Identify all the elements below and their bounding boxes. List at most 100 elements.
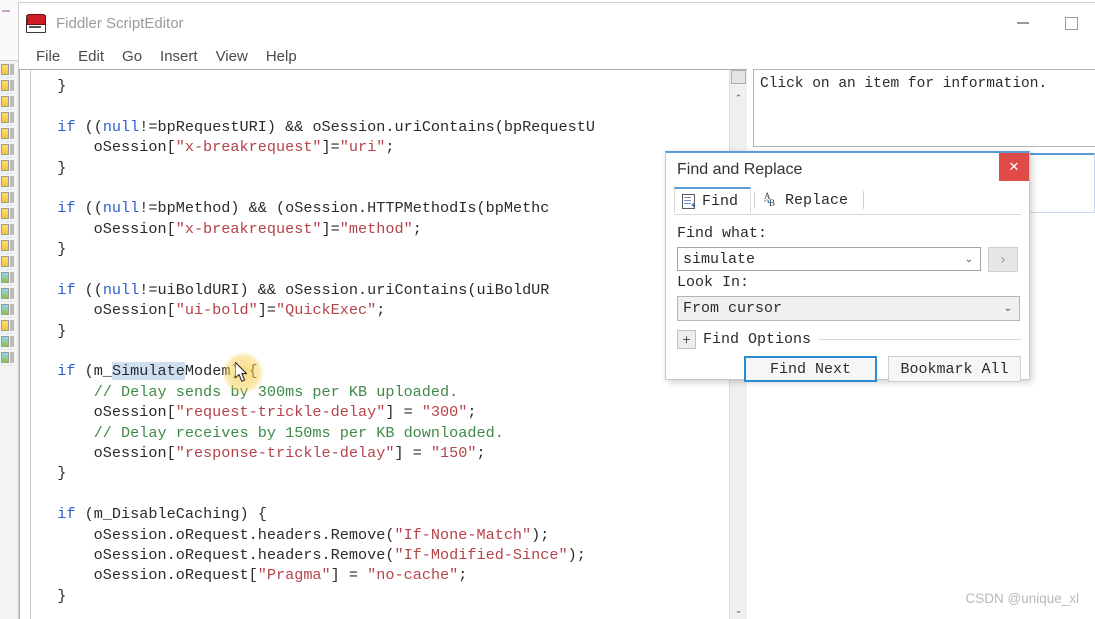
code-token: !=bpRequestURI) && oSession.uriContains(…	[139, 117, 595, 136]
background-session-number	[9, 176, 14, 187]
code-token: "request-trickle-delay"	[175, 403, 386, 422]
find-options-label: Find Options	[703, 330, 812, 348]
menu-item-go[interactable]: Go	[113, 46, 151, 67]
menu-item-help[interactable]: Help	[257, 46, 306, 67]
background-session-row	[0, 222, 14, 238]
tab-find[interactable]: ✦ Find	[674, 187, 752, 213]
code-token: oSession[	[39, 444, 176, 463]
background-session-row	[0, 318, 14, 334]
background-session-icon	[1, 128, 9, 139]
code-token: ] =	[385, 403, 422, 422]
background-session-row	[0, 350, 14, 366]
menu-item-view[interactable]: View	[207, 46, 257, 67]
code-token: "ui-bold"	[175, 301, 258, 320]
fiddler-book-icon	[25, 12, 47, 34]
find-next-arrow-button[interactable]: ›	[988, 247, 1018, 272]
menu-item-edit[interactable]: Edit	[69, 46, 113, 67]
tab-replace[interactable]: A B ↷ Replace	[758, 187, 860, 213]
code-token: if	[57, 117, 76, 136]
code-token: ]=	[257, 301, 276, 320]
code-token: !=bpMethod) && (oSession.HTTPMethodIs(bp…	[139, 199, 550, 218]
code-token: null	[102, 199, 140, 218]
code-token: }	[39, 586, 67, 605]
code-line: oSession.oRequest.headers.Remove("If-Mod…	[31, 545, 730, 565]
code-token: oSession.oRequest[	[39, 566, 258, 585]
scroll-up-icon[interactable]: ⌃	[730, 90, 747, 107]
code-token: "method"	[339, 219, 413, 238]
code-token: "QuickExec"	[275, 301, 377, 320]
menu-item-file[interactable]: File	[27, 46, 69, 67]
information-box: Click on an item for information.	[753, 69, 1095, 147]
find-what-label: Find what:	[677, 225, 768, 242]
look-in-value: From cursor	[683, 300, 783, 317]
minimize-button[interactable]	[999, 3, 1047, 43]
code-token: if	[57, 280, 76, 299]
code-token: "Pragma"	[257, 566, 331, 585]
background-session-icon	[1, 240, 9, 251]
code-line: }	[31, 239, 730, 259]
editor-gutter	[20, 70, 31, 619]
scrollbar-thumb[interactable]	[731, 70, 746, 84]
code-line: if ((null!=bpRequestURI) && oSession.uri…	[31, 117, 730, 137]
bookmark-all-button[interactable]: Bookmark All	[888, 356, 1021, 382]
code-line: oSession["request-trickle-delay"] = "300…	[31, 402, 730, 422]
look-in-label: Look In:	[677, 274, 750, 291]
chevron-down-icon[interactable]: ⌄	[958, 254, 980, 265]
background-session-number	[9, 64, 14, 75]
code-token: ;	[467, 403, 477, 422]
background-session-icon	[1, 192, 9, 203]
code-token: oSession.oRequest.headers.Remove(	[39, 525, 395, 544]
background-session-icon	[1, 64, 9, 75]
look-in-select[interactable]: From cursor ⌄	[677, 296, 1020, 321]
code-token: (m_	[75, 362, 112, 381]
background-session-icon	[1, 144, 9, 155]
code-token: }	[39, 240, 67, 259]
chevron-down-icon[interactable]: ⌄	[997, 303, 1019, 314]
code-token: "300"	[421, 403, 468, 422]
background-session-row	[0, 62, 14, 78]
code-text-area[interactable]: } if ((null!=bpRequestURI) && oSession.u…	[31, 70, 730, 619]
background-session-number	[9, 288, 14, 299]
code-token: ((	[75, 117, 103, 136]
code-token: "If-None-Match"	[394, 525, 532, 544]
find-options-row: + Find Options	[677, 329, 1021, 349]
code-token: // Delay receives by 150ms per KB downlo…	[93, 423, 504, 442]
code-token: "150"	[430, 444, 477, 463]
close-icon[interactable]: ✕	[999, 153, 1029, 181]
code-token: ;	[458, 566, 468, 585]
code-line: }	[31, 158, 730, 178]
code-token: "x-breakrequest"	[175, 138, 322, 157]
code-token: ]=	[321, 138, 340, 157]
background-session-icon	[1, 160, 9, 171]
code-line: // Delay receives by 150ms per KB downlo…	[31, 423, 730, 443]
code-token: }	[39, 321, 67, 340]
background-session-list	[0, 62, 14, 366]
scroll-down-icon[interactable]: ⌄	[730, 602, 747, 619]
tab-divider	[754, 191, 756, 209]
background-session-row	[0, 142, 14, 158]
menu-item-insert[interactable]: Insert	[151, 46, 207, 67]
background-session-icon	[1, 80, 9, 91]
find-what-input[interactable]: simulate ⌄	[677, 247, 981, 271]
code-token: ;	[376, 301, 386, 320]
background-session-row	[0, 158, 14, 174]
find-next-button[interactable]: Find Next	[744, 356, 877, 382]
background-session-number	[9, 320, 14, 331]
code-token: "x-breakrequest"	[175, 219, 322, 238]
background-session-number	[9, 160, 14, 171]
code-line: if (m_DisableCaching) {	[31, 504, 730, 524]
code-line: }	[31, 463, 730, 483]
find-options-expander[interactable]: +	[677, 329, 696, 349]
maximize-button[interactable]	[1047, 3, 1095, 43]
code-line: oSession["response-trickle-delay"] = "15…	[31, 443, 730, 463]
background-session-number	[9, 224, 14, 235]
code-token: null	[102, 280, 140, 299]
code-line: if ((null!=uiBoldURI) && oSession.uriCon…	[31, 280, 730, 300]
